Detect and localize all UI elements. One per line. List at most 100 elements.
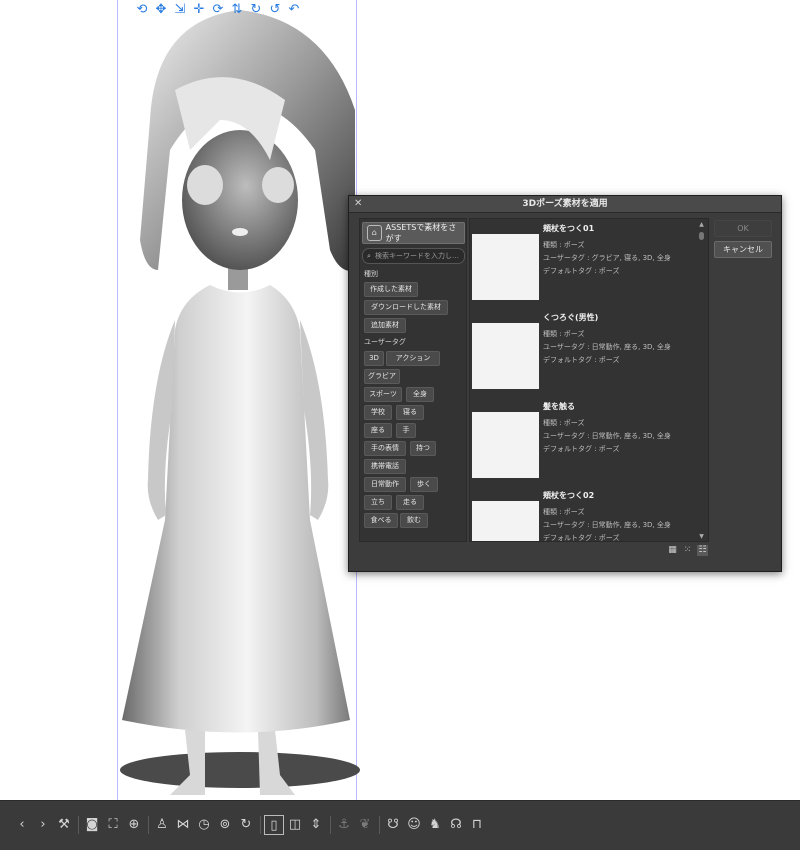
- list-item[interactable]: 頬杖をつく02 種類 : ポーズ ユーザータグ : 日常動作, 座る, 3D, …: [472, 490, 698, 542]
- toolbar-divider: [260, 816, 261, 834]
- item-user-tags: ユーザータグ : 日常動作, 座る, 3D, 全身: [543, 432, 671, 440]
- assets-button-label: ASSETSで素材をさがす: [385, 223, 457, 243]
- pose-thumbnail: [472, 412, 539, 478]
- toolbar-divider: [379, 816, 380, 834]
- material-icon[interactable]: ❦: [355, 815, 375, 835]
- toolbar-divider: [330, 816, 331, 834]
- list-item[interactable]: 髪を触る 種類 : ポーズ ユーザータグ : 日常動作, 座る, 3D, 全身 …: [472, 401, 698, 483]
- tag-stand[interactable]: 立ち: [364, 495, 392, 510]
- pose-thumbnail: [472, 323, 539, 389]
- parallel-move-icon[interactable]: ⇅: [229, 2, 245, 18]
- tag-action[interactable]: アクション: [386, 351, 440, 366]
- frame-icon[interactable]: ▯: [264, 815, 284, 835]
- tag-drink[interactable]: 飲む: [400, 513, 428, 528]
- toolbar-strip: ‹ › ⚒ ◙ ⛶ ⊕ ♙ ⋈ ◷ ⊚ ↻ ▯ ◫ ⇕ ⚓ ❦ ☋ ☺ ♞ ☊ …: [12, 813, 488, 837]
- user-tag-label: ユーザータグ: [364, 338, 406, 346]
- rotate-x-icon[interactable]: ↻: [248, 2, 264, 18]
- tag-hold[interactable]: 持つ: [410, 441, 436, 456]
- object-toolbar: ‹ › ⚒ ◙ ⛶ ⊕ ♙ ⋈ ◷ ⊚ ↻ ▯ ◫ ⇕ ⚓ ❦ ☋ ☺ ♞ ☊ …: [0, 800, 800, 850]
- move-icon[interactable]: ✛: [191, 2, 207, 18]
- 3d-figure[interactable]: [110, 0, 370, 800]
- tag-walk[interactable]: 歩く: [410, 477, 438, 492]
- head-icon[interactable]: ♞: [425, 815, 445, 835]
- category-created[interactable]: 作成した素材: [364, 282, 418, 297]
- flip-icon[interactable]: ⋈: [173, 815, 193, 835]
- pose-icon[interactable]: ♙: [152, 815, 172, 835]
- list-item[interactable]: くつろぐ(男性) 種類 : ポーズ ユーザータグ : 日常動作, 座る, 3D,…: [472, 312, 698, 394]
- item-title: 髪を触る: [543, 402, 575, 411]
- wrench-icon[interactable]: ⚒: [54, 815, 74, 835]
- list-scrollbar[interactable]: ▲ ▼: [698, 221, 705, 541]
- move-down-icon[interactable]: ⇕: [306, 815, 326, 835]
- item-default-tag: デフォルトタグ : ポーズ: [543, 356, 620, 364]
- tag-gravure[interactable]: グラビア: [364, 369, 400, 384]
- tag-phone[interactable]: 携帯電話: [364, 459, 406, 474]
- ground-icon[interactable]: ⊕: [124, 815, 144, 835]
- assets-icon: ⌂: [367, 225, 382, 241]
- detail-list-icon[interactable]: ☷: [697, 545, 708, 556]
- hair-icon[interactable]: ☊: [446, 815, 466, 835]
- item-title: 頬杖をつく02: [543, 491, 595, 500]
- item-type: 種類 : ポーズ: [543, 508, 585, 516]
- rotate-icon[interactable]: ⟳: [210, 2, 226, 18]
- item-title: くつろぐ(男性): [543, 313, 599, 322]
- item-type: 種類 : ポーズ: [543, 419, 585, 427]
- zoom-icon[interactable]: ⊚: [215, 815, 235, 835]
- move-up-icon[interactable]: ⚓: [334, 815, 354, 835]
- timer-icon[interactable]: ◷: [194, 815, 214, 835]
- figure-icon[interactable]: ◫: [285, 815, 305, 835]
- dialog-title-text: 3Dポーズ素材を適用: [522, 199, 608, 209]
- tag-fullbody[interactable]: 全身: [406, 387, 434, 402]
- camera-pan-icon[interactable]: ✥: [153, 2, 169, 18]
- fit-icon[interactable]: ⛶: [103, 815, 123, 835]
- item-type: 種類 : ポーズ: [543, 241, 585, 249]
- tag-sports[interactable]: スポーツ: [364, 387, 402, 402]
- item-user-tags: ユーザータグ : グラビア, 寝る, 3D, 全身: [543, 254, 671, 262]
- item-type: 種類 : ポーズ: [543, 330, 585, 338]
- animal-icon[interactable]: ☺: [404, 815, 424, 835]
- tag-run[interactable]: 走る: [396, 495, 424, 510]
- refresh-icon[interactable]: ↻: [236, 815, 256, 835]
- category-added[interactable]: 追加素材: [364, 318, 406, 333]
- scroll-thumb[interactable]: [699, 232, 704, 240]
- item-title: 頬杖をつく01: [543, 224, 595, 233]
- tag-daily[interactable]: 日常動作: [364, 477, 406, 492]
- search-icon: ⌕: [367, 252, 371, 260]
- tag-hand-expression[interactable]: 手の表情: [364, 441, 406, 456]
- search-input[interactable]: ⌕ 検索キーワードを入力し…: [362, 248, 465, 264]
- object-launcher-toolbar: ⟲ ✥ ⇲ ✛ ⟳ ⇅ ↻ ↺ ↶: [134, 2, 302, 18]
- tag-hand[interactable]: 手: [396, 423, 416, 438]
- camera-icon[interactable]: ◙: [82, 815, 102, 835]
- apply-pose-dialog: ✕ 3Dポーズ素材を適用 ⌂ ASSETSで素材をさがす ⌕ 検索キーワードを入力…: [348, 195, 782, 572]
- camera-forward-icon[interactable]: ⇲: [172, 2, 188, 18]
- tag-3d[interactable]: 3D: [364, 351, 384, 366]
- item-default-tag: デフォルトタグ : ポーズ: [543, 534, 620, 542]
- tag-sit[interactable]: 座る: [364, 423, 392, 438]
- pose-thumbnail: [472, 234, 539, 300]
- list-item[interactable]: 頬杖をつく01 種類 : ポーズ ユーザータグ : グラビア, 寝る, 3D, …: [472, 223, 698, 305]
- scroll-up-icon[interactable]: ▲: [698, 221, 705, 228]
- search-placeholder: 検索キーワードを入力し…: [375, 252, 459, 260]
- view-mode-buttons: ▦ ⁙ ☷: [667, 545, 708, 556]
- ok-button[interactable]: OK: [714, 220, 772, 237]
- scroll-down-icon[interactable]: ▼: [698, 533, 705, 540]
- assets-search-button[interactable]: ⌂ ASSETSで素材をさがす: [362, 222, 465, 244]
- tag-eat[interactable]: 食べる: [364, 513, 398, 528]
- large-grid-icon[interactable]: ▦: [667, 545, 678, 556]
- forward-icon[interactable]: ›: [33, 815, 53, 835]
- cat-icon[interactable]: ☋: [383, 815, 403, 835]
- rotate-y-icon[interactable]: ↺: [267, 2, 283, 18]
- close-icon[interactable]: ✕: [354, 196, 362, 212]
- tag-sleep[interactable]: 寝る: [396, 405, 424, 420]
- category-downloaded[interactable]: ダウンロードした素材: [364, 300, 448, 315]
- item-default-tag: デフォルトタグ : ポーズ: [543, 445, 620, 453]
- toolbar-divider: [78, 816, 79, 834]
- small-grid-icon[interactable]: ⁙: [682, 545, 693, 556]
- tag-school[interactable]: 学校: [364, 405, 392, 420]
- undo-icon[interactable]: ↶: [286, 2, 302, 18]
- back-icon[interactable]: ‹: [12, 815, 32, 835]
- item-default-tag: デフォルトタグ : ポーズ: [543, 267, 620, 275]
- lock-icon[interactable]: ⊓: [467, 815, 487, 835]
- cancel-button[interactable]: キャンセル: [714, 241, 772, 258]
- camera-rotate-icon[interactable]: ⟲: [134, 2, 150, 18]
